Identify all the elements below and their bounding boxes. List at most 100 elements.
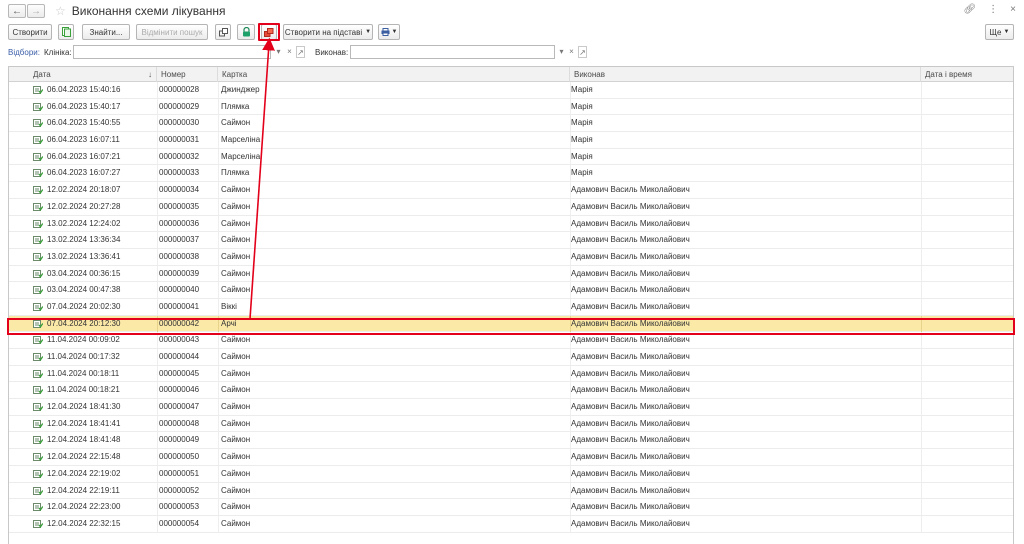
table-row[interactable]: 06.04.2023 15:40:16 000000028 Джинджер Марі… xyxy=(9,82,1013,99)
cell-number: 000000050 xyxy=(159,452,200,462)
table-row[interactable]: 07.04.2024 20:02:30 000000041 Віккі Адамови… xyxy=(9,298,1013,316)
table-row[interactable]: 13.02.2024 13:36:34 000000037 Саймон Адамов… xyxy=(9,232,1013,249)
column-header-card[interactable]: Картка xyxy=(218,67,570,82)
column-separator xyxy=(218,399,219,416)
table-row[interactable]: 12.04.2024 22:23:00 000000053 Саймон Адамов… xyxy=(9,499,1013,516)
close-icon[interactable]: × xyxy=(1010,4,1016,15)
cell-number: 000000031 xyxy=(159,135,200,145)
column-header-number[interactable]: Номер xyxy=(157,67,218,82)
posted-document-icon xyxy=(33,353,43,361)
posted-document-icon xyxy=(33,336,43,345)
table-row[interactable]: 03.04.2024 00:47:38 000000040 Саймон Адамов… xyxy=(9,282,1013,299)
table-row[interactable]: 11.04.2024 00:17:32 000000044 Саймон Адамов… xyxy=(9,349,1013,366)
cell-executor: Марія xyxy=(571,135,593,145)
column-header-datetime[interactable]: Дата і время xyxy=(921,67,1013,82)
table-row[interactable]: 06.04.2023 16:07:11 000000031 Марселіна Мар… xyxy=(9,132,1013,149)
table-row[interactable]: 13.02.2024 12:24:02 000000036 Саймон Адамов… xyxy=(9,215,1013,233)
column-separator xyxy=(921,465,922,482)
table-row[interactable]: 12.04.2024 22:32:15 000000054 Саймон Адамов… xyxy=(9,515,1013,533)
table-row[interactable]: 11.04.2024 00:18:11 000000045 Саймон Адамов… xyxy=(9,365,1013,383)
table-row[interactable]: 12.04.2024 18:41:41 000000048 Саймон Адамов… xyxy=(9,415,1013,433)
cell-executor: Адамович Василь Миколайович xyxy=(571,301,690,311)
chain-link-icon[interactable]: 🔗︎ xyxy=(963,4,976,15)
column-separator xyxy=(157,215,158,232)
column-separator xyxy=(157,115,158,132)
table-row[interactable]: 12.04.2024 22:19:02 000000051 Саймон Адамов… xyxy=(9,465,1013,483)
cell-date: 13.02.2024 12:24:02 xyxy=(47,218,121,228)
cell-card: Плямка xyxy=(221,168,250,178)
table-row[interactable]: 06.04.2023 15:40:17 000000029 Плямка Марія xyxy=(9,98,1013,116)
cell-date: 12.04.2024 22:19:02 xyxy=(47,468,121,478)
executor-clear-icon[interactable]: × xyxy=(567,46,576,58)
cell-executor: Марія xyxy=(571,168,593,178)
find-button[interactable]: Знайти... xyxy=(82,24,130,40)
cell-card: Джинджер xyxy=(221,85,260,94)
cell-executor: Адамович Василь Миколайович xyxy=(571,402,690,412)
table-row[interactable]: 03.04.2024 00:36:15 000000039 Саймон Адамов… xyxy=(9,265,1013,283)
clinic-open-icon[interactable]: ↗ xyxy=(296,46,305,58)
column-header-executor-label: Виконав xyxy=(574,70,605,79)
documents-table: Дата ↓ Номер Картка Виконав Дата і время… xyxy=(8,66,1014,544)
cell-number: 000000041 xyxy=(159,301,200,311)
clinic-dropdown-icon[interactable]: ▾ xyxy=(274,46,283,58)
create-based-on-label: Створити на підставі xyxy=(284,27,363,37)
clinic-clear-icon[interactable]: × xyxy=(285,46,294,58)
lock-button[interactable] xyxy=(237,24,255,40)
back-button[interactable]: ← xyxy=(8,4,26,18)
column-separator xyxy=(218,465,219,482)
column-separator xyxy=(921,232,922,249)
cell-card: Саймон xyxy=(221,118,251,128)
star-icon[interactable]: ☆ xyxy=(55,4,66,18)
cell-number: 000000051 xyxy=(159,468,200,478)
column-separator xyxy=(921,165,922,182)
table-row[interactable]: 13.02.2024 13:36:41 000000038 Саймон Адамов… xyxy=(9,248,1013,266)
sort-down-icon: ↓ xyxy=(148,70,152,79)
cell-number: 000000029 xyxy=(159,101,200,111)
executor-open-icon[interactable]: ↗ xyxy=(578,46,587,58)
column-separator xyxy=(218,132,219,149)
table-row[interactable]: 12.04.2024 18:41:30 000000047 Саймон Адамов… xyxy=(9,399,1013,416)
table-row[interactable]: 06.04.2023 16:07:21 000000032 Марселіна Мар… xyxy=(9,148,1013,166)
table-row[interactable]: 06.04.2023 16:07:27 000000033 Плямка Марія xyxy=(9,165,1013,183)
posted-document-icon xyxy=(33,236,43,245)
copy-button[interactable] xyxy=(58,24,74,40)
cell-date: 12.04.2024 22:23:00 xyxy=(47,502,121,512)
executor-filter-input[interactable] xyxy=(350,45,555,59)
cell-executor: Адамович Василь Миколайович xyxy=(571,368,690,378)
create-button[interactable]: Створити xyxy=(8,24,52,40)
create-based-on-button[interactable]: Створити на підставі ▼ xyxy=(283,24,373,40)
posted-document-icon xyxy=(33,152,43,161)
cell-card: Саймон xyxy=(221,485,251,495)
cancel-search-button[interactable]: Відмінити пошук xyxy=(136,24,208,40)
kebab-icon[interactable]: ⋮ xyxy=(988,4,998,15)
posted-document-icon xyxy=(33,469,43,478)
column-separator xyxy=(218,198,219,215)
table-row[interactable]: 12.04.2024 22:15:48 000000050 Саймон Адамов… xyxy=(9,449,1013,466)
column-header-executor[interactable]: Виконав xyxy=(570,67,921,82)
table-row[interactable]: 12.02.2024 20:18:07 000000034 Саймон Адамов… xyxy=(9,182,1013,199)
table-row[interactable]: 11.04.2024 00:18:21 000000046 Саймон Адамов… xyxy=(9,382,1013,400)
column-separator xyxy=(921,499,922,516)
column-separator xyxy=(157,365,158,382)
cell-number: 000000032 xyxy=(159,151,200,161)
annotation-box-row xyxy=(7,318,1015,335)
column-separator xyxy=(218,499,219,516)
column-separator xyxy=(921,248,922,265)
posted-document-icon xyxy=(33,286,43,295)
table-row[interactable]: 12.02.2024 20:27:28 000000035 Саймон Адамов… xyxy=(9,198,1013,216)
link-button[interactable] xyxy=(215,24,231,40)
cell-date: 06.04.2023 16:07:11 xyxy=(47,135,120,145)
clinic-filter-input[interactable] xyxy=(73,45,271,59)
column-header-date[interactable]: Дата ↓ xyxy=(29,67,157,82)
forward-button[interactable]: → xyxy=(27,4,45,18)
table-header: Дата ↓ Номер Картка Виконав Дата і время xyxy=(9,67,1013,82)
table-row[interactable]: 12.04.2024 22:19:11 000000052 Саймон Адамов… xyxy=(9,482,1013,500)
table-row[interactable]: 12.04.2024 18:41:48 000000049 Саймон Адамов… xyxy=(9,432,1013,450)
executor-dropdown-icon[interactable]: ▾ xyxy=(557,46,566,58)
cell-executor: Адамович Василь Миколайович xyxy=(571,235,690,245)
table-row[interactable]: 06.04.2023 15:40:55 000000030 Саймон Марія xyxy=(9,115,1013,133)
print-button[interactable]: ▼ xyxy=(378,24,400,40)
posted-document-icon xyxy=(33,269,43,278)
filters-link[interactable]: Відбори: xyxy=(8,48,40,57)
more-menu-button[interactable]: Ще ▼ xyxy=(985,24,1014,40)
